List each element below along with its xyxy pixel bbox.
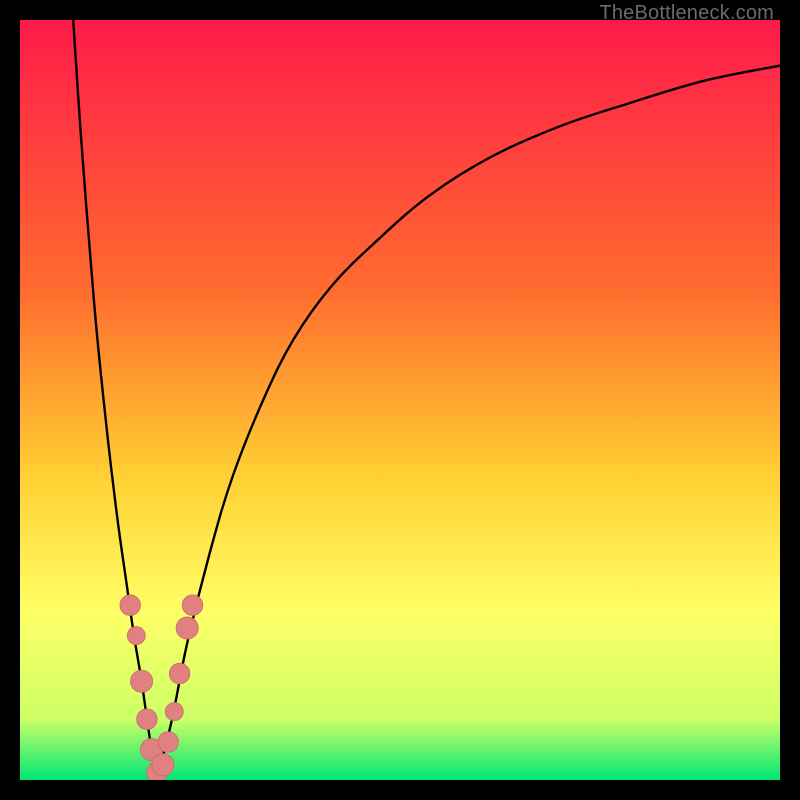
data-marker [152,754,174,776]
data-marker [127,627,145,645]
data-marker [120,595,141,616]
chart-frame [20,20,780,780]
data-marker [165,703,183,721]
data-marker [182,595,203,616]
watermark-text: TheBottleneck.com [599,2,774,25]
data-marker [130,670,152,692]
data-marker [137,709,158,730]
data-marker [158,732,179,753]
bottleneck-chart [20,20,780,780]
data-marker [176,617,198,639]
gradient-background [20,20,780,780]
data-marker [169,663,190,684]
